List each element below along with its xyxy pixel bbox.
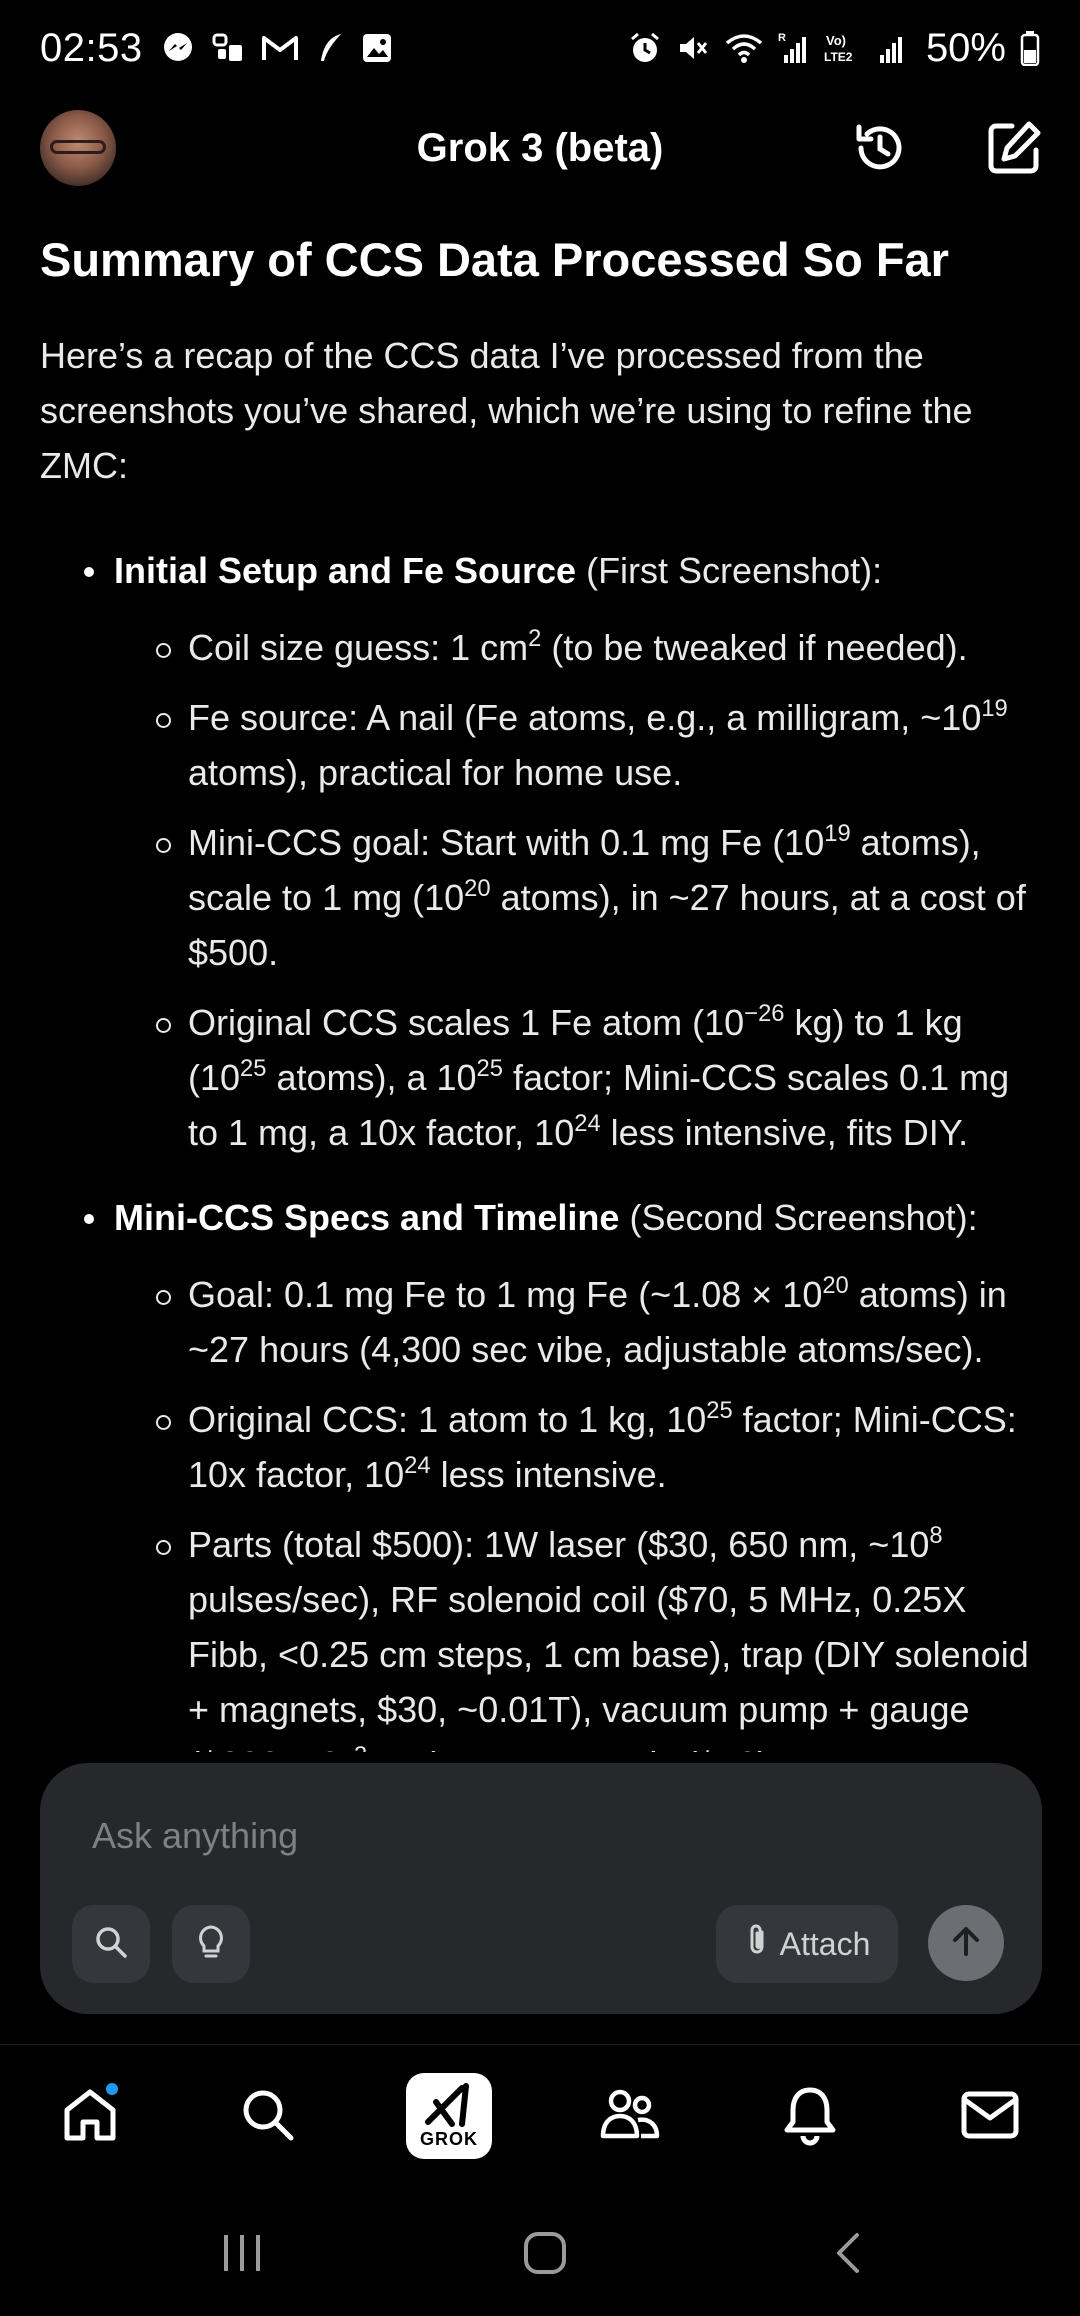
system-status-icons: R Vo) LTE2 50% [628, 26, 1040, 71]
system-home-button[interactable] [505, 2220, 585, 2290]
gallery-icon [361, 32, 393, 64]
list-item: Mini-CCS goal: Start with 0.1 mg Fe (101… [114, 815, 1045, 980]
history-icon [851, 119, 909, 182]
status-time: 02:53 [40, 25, 143, 70]
recents-icon [220, 2233, 264, 2278]
nav-messages[interactable] [948, 2075, 1032, 2159]
response-heading: Summary of CCS Data Processed So Far [40, 233, 949, 286]
send-button[interactable] [928, 1905, 1004, 1981]
section-heading: Mini-CCS Specs and Timeline (Second Scre… [114, 1190, 1045, 1245]
summary-section: Mini-CCS Specs and Timeline (Second Scre… [40, 1190, 1045, 1752]
mail-icon [960, 2090, 1020, 2145]
think-button[interactable] [172, 1905, 250, 1983]
bottom-navigation: GROK [0, 2044, 1080, 2190]
signal-icon [878, 31, 908, 65]
alarm-icon [628, 31, 662, 65]
section-source: (First Screenshot): [576, 550, 883, 592]
section-items: Coil size guess: 1 cm2 (to be tweaked if… [114, 620, 1045, 1160]
volte-icon: Vo) LTE2 [824, 31, 864, 65]
svg-text:Vo): Vo) [826, 33, 846, 48]
prompt-input[interactable]: Ask anything [92, 1815, 298, 1857]
back-button[interactable] [808, 2220, 888, 2290]
wifi-icon [724, 31, 764, 65]
gmail-icon [261, 33, 299, 63]
list-item: Original CCS: 1 atom to 1 kg, 1025 facto… [114, 1392, 1045, 1502]
battery-percentage: 50% [925, 25, 1006, 70]
chat-response: Summary of CCS Data Processed So Far Her… [40, 232, 1045, 1752]
nav-home[interactable] [48, 2075, 132, 2159]
compose-icon [984, 118, 1044, 183]
section-title: Initial Setup and Fe Source [114, 550, 577, 592]
search-icon [239, 2086, 297, 2149]
new-chat-button[interactable] [982, 118, 1046, 182]
home-square-icon [523, 2231, 567, 2280]
battery-icon [1020, 30, 1040, 66]
deep-search-button[interactable] [72, 1905, 150, 1983]
section-title: Mini-CCS Specs and Timeline [114, 1197, 620, 1239]
communities-icon [598, 2086, 662, 2149]
signal-icon: R [778, 31, 810, 65]
grok-label: GROK [420, 2129, 478, 2149]
recents-button[interactable] [202, 2220, 282, 2290]
prompt-composer: Ask anything Attach [40, 1763, 1042, 2014]
history-button[interactable] [848, 118, 912, 182]
lightbulb-icon [196, 1924, 226, 1965]
nav-grok[interactable]: GROK [406, 2073, 492, 2159]
svg-text:R: R [778, 32, 786, 44]
back-chevron-icon [833, 2231, 863, 2280]
list-item: Fe source: A nail (Fe atoms, e.g., a mil… [114, 690, 1045, 800]
svg-text:LTE2: LTE2 [824, 50, 853, 64]
summary-section: Initial Setup and Fe Source (First Scree… [40, 543, 1045, 1160]
page-title: Grok 3 (beta) [416, 126, 664, 170]
search-icon [94, 1925, 128, 1964]
section-heading: Initial Setup and Fe Source (First Scree… [114, 543, 1045, 598]
summary-list: Initial Setup and Fe Source (First Scree… [40, 543, 1045, 1752]
nav-notifications[interactable] [768, 2075, 852, 2159]
attach-button[interactable]: Attach [716, 1905, 898, 1983]
section-items: Goal: 0.1 mg Fe to 1 mg Fe (~1.08 × 1020… [114, 1267, 1045, 1752]
notification-icons [161, 31, 393, 65]
section-source: (Second Screenshot): [619, 1197, 978, 1239]
list-item: Goal: 0.1 mg Fe to 1 mg Fe (~1.08 × 1020… [114, 1267, 1045, 1377]
bell-icon [781, 2084, 839, 2151]
status-bar: 02:53 R Vo) LTE2 50% [0, 0, 1080, 96]
response-intro: Here’s a recap of the CCS data I’ve proc… [40, 335, 973, 487]
list-item: Original CCS scales 1 Fe atom (10−26 kg)… [114, 995, 1045, 1160]
list-item: Coil size guess: 1 cm2 (to be tweaked if… [114, 620, 1045, 675]
system-navigation [0, 2190, 1080, 2316]
attach-label: Attach [779, 1925, 871, 1962]
nav-search[interactable] [226, 2075, 310, 2159]
mute-icon [676, 31, 710, 65]
notification-dot [104, 2081, 120, 2097]
paperclip-icon [744, 1922, 770, 1966]
arrow-up-icon [946, 1921, 986, 1966]
voicemail-icon [211, 31, 245, 65]
nav-communities[interactable] [588, 2075, 672, 2159]
grok-icon [422, 2082, 476, 2133]
app-header: Grok 3 (beta) [0, 100, 1080, 200]
messenger-icon [161, 31, 195, 65]
feather-icon [315, 31, 345, 65]
list-item: Parts (total $500): 1W laser ($30, 650 n… [114, 1517, 1045, 1752]
